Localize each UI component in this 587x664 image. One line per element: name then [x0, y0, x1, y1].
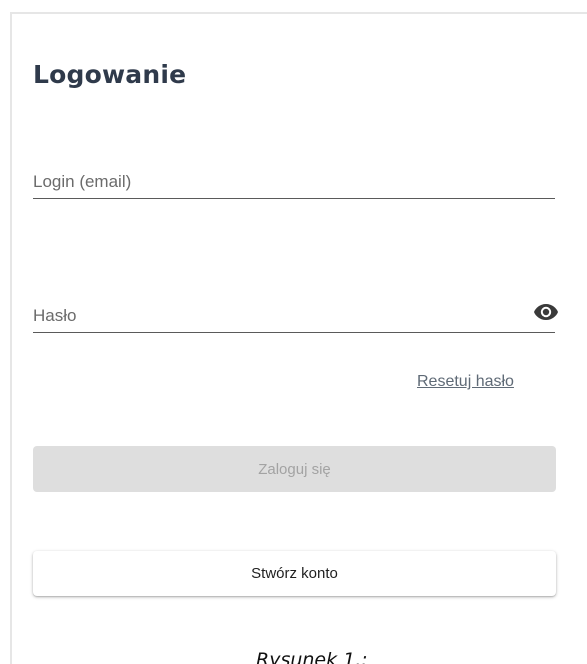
password-input[interactable]	[33, 306, 513, 326]
figure-caption: Rysunek 1.:	[256, 649, 368, 664]
login-button[interactable]: Zaloguj się	[33, 446, 556, 492]
create-account-button[interactable]: Stwórz konto	[33, 551, 556, 596]
page-title: Logowanie	[33, 60, 187, 89]
email-field[interactable]	[33, 168, 555, 199]
page: Logowanie Resetuj hasło Zaloguj się Stwó…	[0, 0, 587, 664]
password-field[interactable]	[33, 302, 558, 333]
email-input[interactable]	[33, 172, 513, 192]
reset-password-link[interactable]: Resetuj hasło	[417, 373, 514, 391]
eye-icon[interactable]	[533, 302, 559, 322]
